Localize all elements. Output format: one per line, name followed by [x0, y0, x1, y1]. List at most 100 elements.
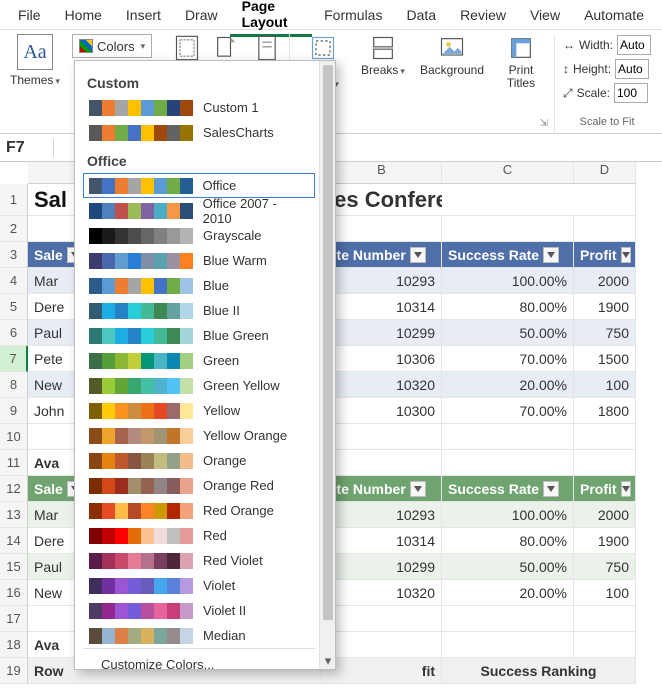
color-theme-item[interactable]: Red: [83, 523, 315, 548]
scrollbar-thumb[interactable]: [323, 65, 333, 620]
cell[interactable]: 10314: [322, 528, 442, 554]
color-theme-item[interactable]: Custom 1: [83, 95, 315, 120]
filter-dropdown-icon[interactable]: [621, 247, 631, 263]
color-theme-item[interactable]: Office: [83, 173, 315, 198]
cell[interactable]: 70.00%: [442, 346, 574, 372]
cell[interactable]: [442, 450, 574, 476]
tab-draw[interactable]: Draw: [173, 2, 230, 27]
color-theme-item[interactable]: Violet: [83, 573, 315, 598]
row-header[interactable]: 10: [0, 424, 28, 450]
cell[interactable]: 80.00%: [442, 528, 574, 554]
color-theme-item[interactable]: Blue: [83, 273, 315, 298]
filter-dropdown-icon[interactable]: [410, 247, 426, 263]
tab-file[interactable]: File: [6, 2, 53, 27]
cell[interactable]: 10293: [322, 502, 442, 528]
color-theme-item[interactable]: Blue Green: [83, 323, 315, 348]
cell[interactable]: [442, 184, 574, 216]
breaks-button[interactable]: Breaks▾: [358, 34, 408, 77]
cell[interactable]: Success Ranking: [442, 658, 636, 684]
dialog-launcher-icon[interactable]: ⇲: [540, 118, 548, 129]
cell[interactable]: 10320: [322, 372, 442, 398]
filter-dropdown-icon[interactable]: [410, 481, 426, 497]
cell[interactable]: [574, 216, 636, 242]
dropdown-scrollbar[interactable]: ▴ ▾: [319, 61, 335, 669]
cell[interactable]: 10314: [322, 294, 442, 320]
row-header[interactable]: 19: [0, 658, 28, 684]
color-theme-item[interactable]: Median: [83, 623, 315, 648]
cell[interactable]: 2000: [574, 502, 636, 528]
color-theme-item[interactable]: Green: [83, 348, 315, 373]
row-header[interactable]: 6: [0, 320, 28, 346]
tab-view[interactable]: View: [518, 2, 572, 27]
scale-input[interactable]: [614, 83, 648, 103]
cell[interactable]: 20.00%: [442, 372, 574, 398]
cell[interactable]: 100: [574, 580, 636, 606]
col-header[interactable]: D: [574, 162, 636, 184]
row-header[interactable]: 18: [0, 632, 28, 658]
title-cell[interactable]: les Conference: [322, 184, 442, 216]
filter-dropdown-icon[interactable]: [543, 247, 559, 263]
size-icon[interactable]: [253, 34, 281, 62]
cell[interactable]: [322, 424, 442, 450]
cell[interactable]: 750: [574, 554, 636, 580]
cell[interactable]: [442, 424, 574, 450]
row-header[interactable]: 16: [0, 580, 28, 606]
cell[interactable]: [442, 606, 574, 632]
tab-page-layout[interactable]: Page Layout: [230, 0, 313, 37]
cell[interactable]: 10306: [322, 346, 442, 372]
cell[interactable]: 100.00%: [442, 268, 574, 294]
table-header[interactable]: Success Rate: [442, 476, 574, 502]
print-titles-button[interactable]: Print Titles: [496, 34, 546, 90]
tab-review[interactable]: Review: [448, 2, 518, 27]
cell[interactable]: [574, 450, 636, 476]
color-theme-item[interactable]: Orange: [83, 448, 315, 473]
table-header[interactable]: Profit: [574, 476, 636, 502]
color-theme-item[interactable]: Yellow Orange: [83, 423, 315, 448]
cell[interactable]: 1500: [574, 346, 636, 372]
cell[interactable]: [322, 450, 442, 476]
cell[interactable]: [574, 184, 636, 216]
cell[interactable]: [574, 632, 636, 658]
cell[interactable]: [442, 216, 574, 242]
table-header[interactable]: ote Number: [322, 242, 442, 268]
cell[interactable]: [574, 424, 636, 450]
cell[interactable]: [322, 632, 442, 658]
table-header[interactable]: Success Rate: [442, 242, 574, 268]
filter-dropdown-icon[interactable]: [543, 481, 559, 497]
row-header[interactable]: 14: [0, 528, 28, 554]
color-theme-item[interactable]: Orange Red: [83, 473, 315, 498]
cell[interactable]: 100: [574, 372, 636, 398]
cell[interactable]: [322, 216, 442, 242]
tab-data[interactable]: Data: [394, 2, 448, 27]
row-header[interactable]: 12: [0, 476, 28, 502]
color-theme-item[interactable]: Blue Warm: [83, 248, 315, 273]
tab-formulas[interactable]: Formulas: [312, 2, 394, 27]
row-header[interactable]: 4: [0, 268, 28, 294]
color-theme-item[interactable]: Office 2007 - 2010: [83, 198, 315, 223]
cell[interactable]: [322, 606, 442, 632]
orientation-icon[interactable]: [213, 34, 241, 62]
cell[interactable]: 1900: [574, 528, 636, 554]
row-header[interactable]: 17: [0, 606, 28, 632]
color-theme-item[interactable]: Red Violet: [83, 548, 315, 573]
row-header[interactable]: 5: [0, 294, 28, 320]
height-input[interactable]: [615, 59, 649, 79]
customize-colors-item[interactable]: Customize Colors...: [83, 648, 315, 669]
tab-automate[interactable]: Automate: [572, 2, 656, 27]
themes-button[interactable]: Aa Themes▾: [8, 34, 62, 87]
cell[interactable]: 10320: [322, 580, 442, 606]
tab-home[interactable]: Home: [53, 2, 114, 27]
row-header[interactable]: 7: [0, 346, 28, 372]
color-theme-item[interactable]: SalesCharts: [83, 120, 315, 145]
cell[interactable]: 80.00%: [442, 294, 574, 320]
color-theme-item[interactable]: Grayscale: [83, 223, 315, 248]
row-header[interactable]: 8: [0, 372, 28, 398]
name-box[interactable]: F7: [0, 139, 54, 157]
margins-icon[interactable]: [173, 34, 201, 62]
row-header[interactable]: 9: [0, 398, 28, 424]
cell[interactable]: 100.00%: [442, 502, 574, 528]
row-header[interactable]: 1: [0, 184, 28, 216]
cell[interactable]: 1800: [574, 398, 636, 424]
cell[interactable]: [442, 632, 574, 658]
color-theme-item[interactable]: Blue II: [83, 298, 315, 323]
